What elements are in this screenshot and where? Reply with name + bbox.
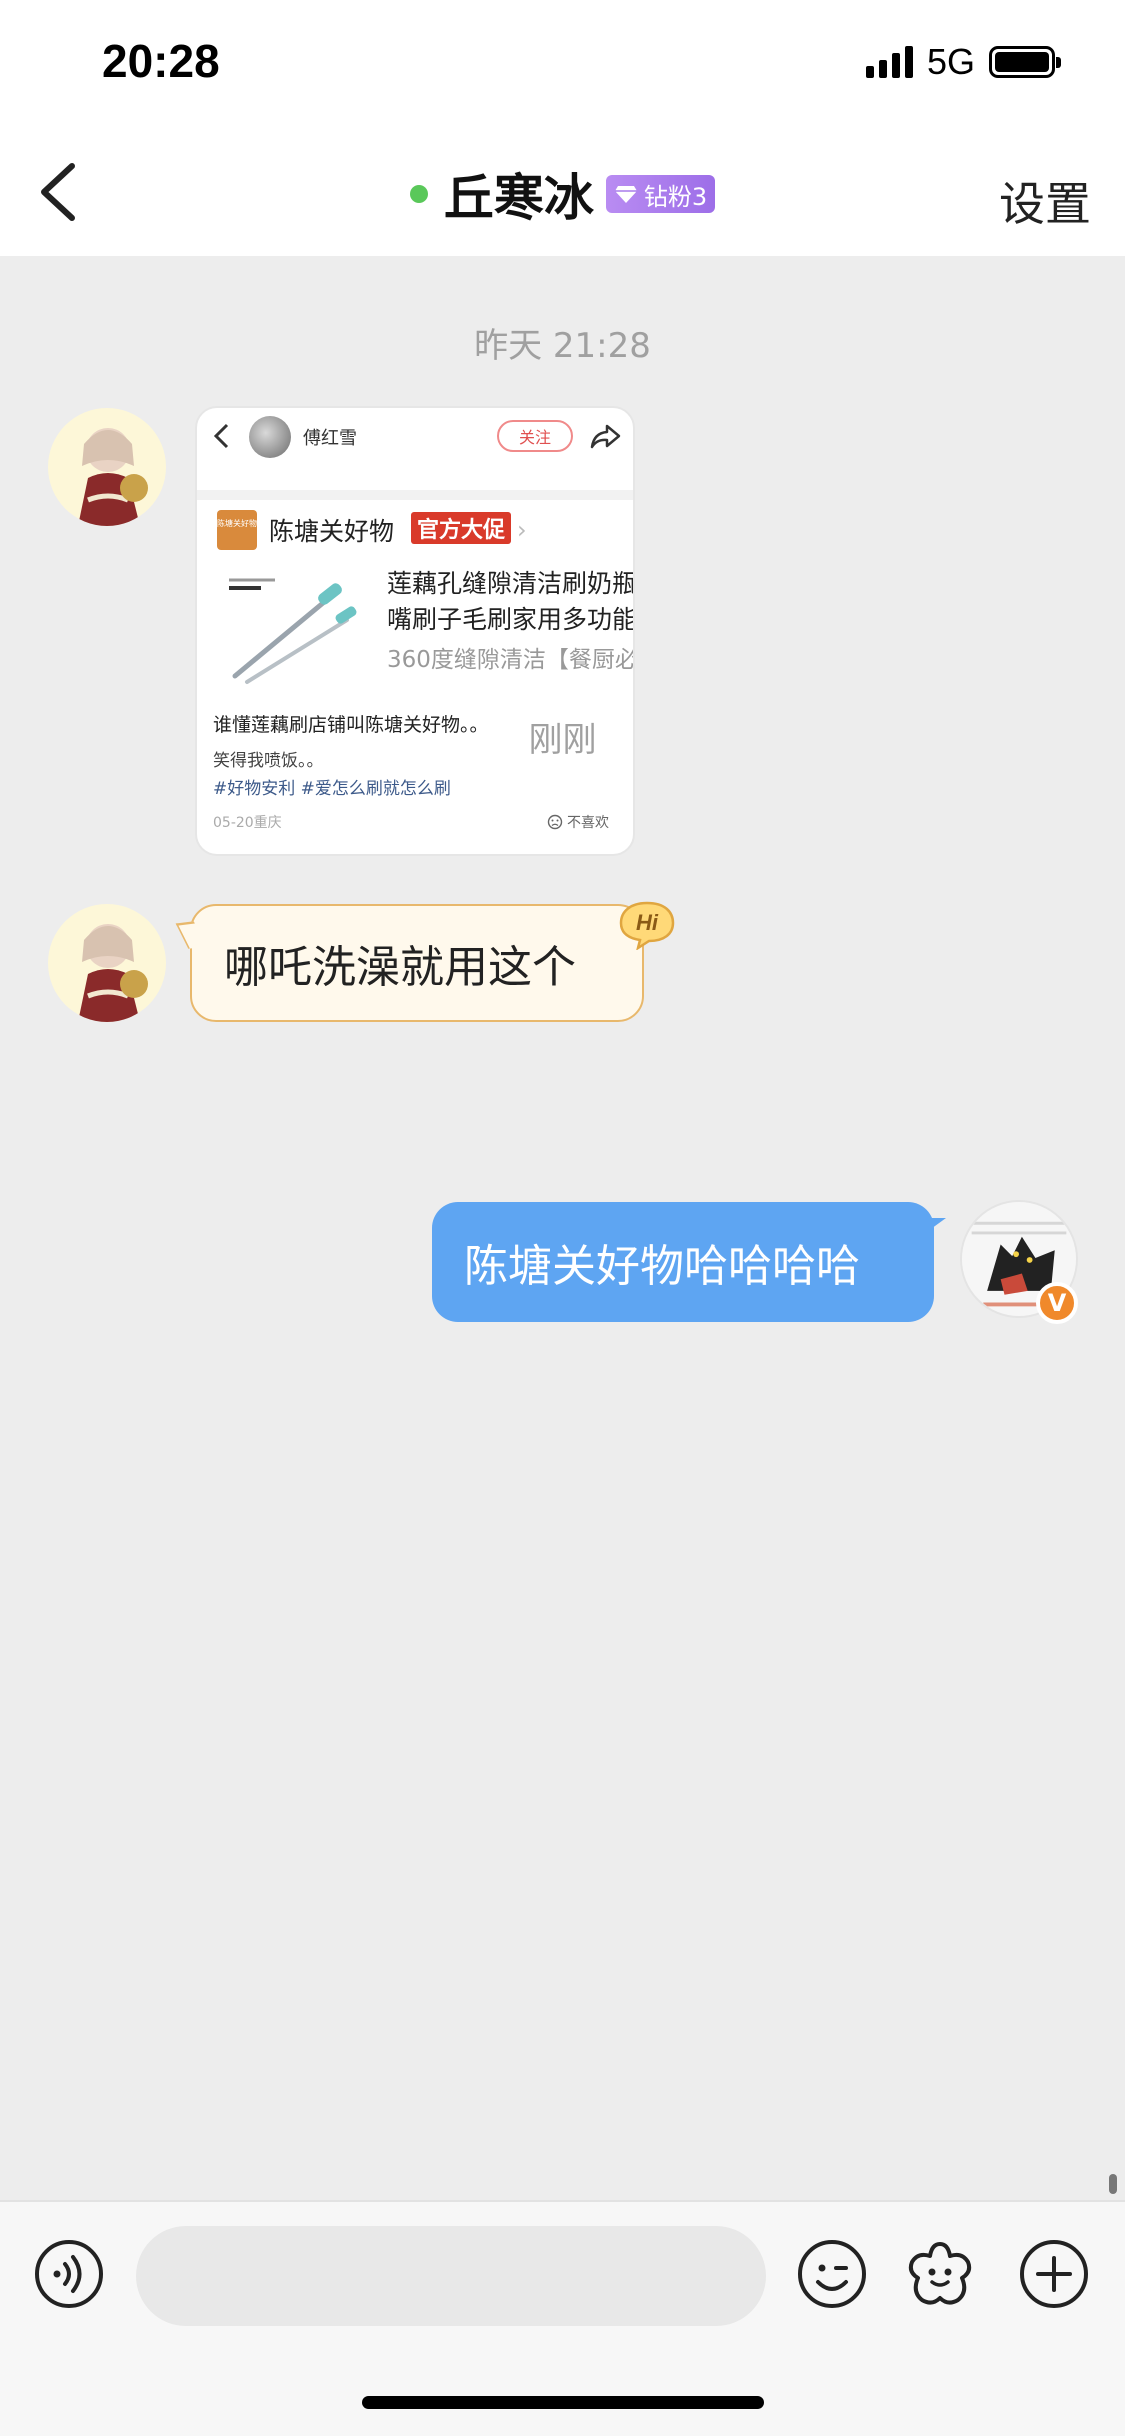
- online-status-dot: [409, 185, 428, 203]
- message-text: 哪吒洗澡就用这个: [224, 942, 576, 993]
- fan-level-badge[interactable]: 钻粉3: [605, 175, 716, 213]
- post-hashtags: #好物安利 #爱怎么刷就怎么刷: [213, 779, 451, 799]
- dislike-button: 不喜欢: [547, 812, 609, 832]
- product-image: [217, 558, 367, 698]
- status-indicators: 5G: [865, 41, 1061, 82]
- verified-badge: V: [1036, 1282, 1078, 1324]
- shared-post-card[interactable]: 傅红雪 关注 陈塘关好物 陈塘关好物 官方大促 › 莲藕孔缝隙清洁刷奶瓶 嘴刷子…: [195, 406, 635, 856]
- status-time: 20:28: [102, 35, 220, 87]
- message-timestamp: 昨天 21:28: [474, 326, 651, 366]
- contact-avatar[interactable]: [48, 408, 166, 526]
- network-label: 5G: [926, 41, 975, 82]
- chat-header: 丘寒冰 钻粉3: [0, 162, 1125, 227]
- message-input[interactable]: [136, 2226, 766, 2326]
- bubble-tail: [175, 921, 207, 949]
- diamond-icon: [614, 186, 637, 203]
- chat-area[interactable]: 昨天 21:28 傅红雪 关注 陈塘关好物 陈塘关好物 官方大促 › 莲藕孔缝隙…: [0, 256, 1125, 2200]
- status-bar: 20:28 5G: [0, 0, 1125, 132]
- home-indicator[interactable]: [362, 2396, 764, 2409]
- contact-name[interactable]: 丘寒冰: [444, 158, 594, 230]
- settings-button[interactable]: 设置: [999, 168, 1091, 234]
- post-date-location: 05-20重庆: [213, 815, 282, 831]
- shop-promo-tag: 官方大促: [411, 512, 512, 544]
- shop-name: 陈塘关好物: [269, 517, 395, 546]
- signal-icon: [865, 46, 913, 78]
- bubble-tail: [924, 1218, 946, 1234]
- divider: [197, 490, 633, 500]
- post-header: 傅红雪 关注: [197, 408, 633, 464]
- hi-sticker-text: Hi: [636, 910, 659, 935]
- shop-logo: 陈塘关好物: [217, 510, 257, 550]
- outgoing-message-bubble[interactable]: 陈塘关好物哈哈哈哈: [432, 1202, 946, 1322]
- share-icon: [590, 424, 621, 449]
- message-timestamp: 刚刚: [528, 720, 597, 760]
- product-title-line: 莲藕孔缝隙清洁刷奶瓶: [387, 569, 635, 598]
- post-author-avatar: [249, 416, 291, 458]
- voice-icon[interactable]: [33, 2238, 105, 2310]
- dislike-label: 不喜欢: [567, 815, 609, 831]
- scrollbar[interactable]: [1109, 2174, 1117, 2194]
- plus-icon[interactable]: [1018, 2238, 1090, 2310]
- emoji-icon[interactable]: [796, 2238, 868, 2310]
- sticker-icon[interactable]: [904, 2238, 976, 2310]
- product-title-line: 嘴刷子毛刷家用多功能: [387, 605, 635, 634]
- chevron-left-icon: [213, 423, 229, 449]
- post-follow-button: 关注: [497, 420, 573, 452]
- battery-icon: [989, 46, 1061, 78]
- product-subtitle: 360度缝隙清洁【餐厨必: [387, 647, 635, 673]
- fan-level-label: 钻粉3: [643, 182, 708, 211]
- hi-sticker-icon: Hi: [619, 901, 675, 950]
- nav-bar: 丘寒冰 钻粉3 设置: [0, 132, 1125, 256]
- contact-avatar[interactable]: [48, 904, 166, 1022]
- incoming-message-bubble[interactable]: 哪吒洗澡就用这个: [175, 904, 644, 1022]
- message-text: 陈塘关好物哈哈哈哈: [464, 1241, 860, 1292]
- product-title: 莲藕孔缝隙清洁刷奶瓶 嘴刷子毛刷家用多功能: [387, 566, 635, 638]
- sad-face-icon: [547, 814, 563, 830]
- chevron-right-icon: ›: [517, 516, 527, 544]
- post-author-name: 傅红雪: [303, 428, 357, 449]
